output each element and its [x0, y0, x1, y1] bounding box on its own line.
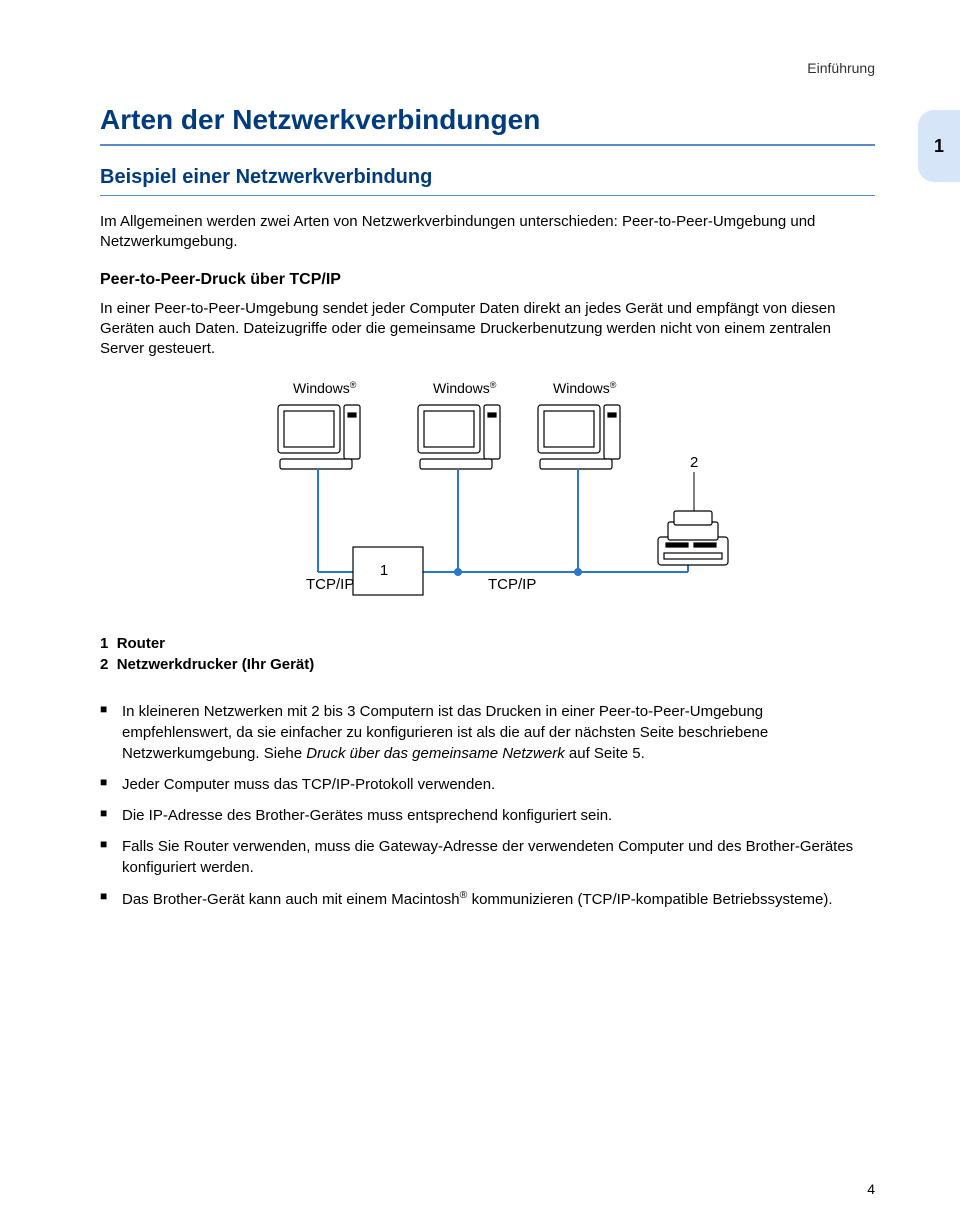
- bullet-item: Die IP-Adresse des Brother-Gerätes muss …: [100, 805, 875, 826]
- network-diagram: Windows® Windows® Windows®: [100, 377, 875, 627]
- section-subtitle: Beispiel einer Netzwerkverbindung: [100, 166, 875, 189]
- title-rule: [100, 144, 875, 146]
- bullet-list: In kleineren Netzwerken mit 2 bis 3 Comp…: [100, 701, 875, 910]
- diagram-svg: Windows® Windows® Windows®: [188, 377, 788, 627]
- os-label-1: Windows®: [293, 380, 357, 396]
- os-label-2: Windows®: [433, 380, 497, 396]
- computer-icon-1: [278, 405, 360, 469]
- router-number: 1: [379, 562, 387, 579]
- bullet-item: Das Brother-Gerät kann auch mit einem Ma…: [100, 888, 875, 910]
- computer-icon-3: [538, 405, 620, 469]
- section-header: Einführung: [100, 60, 875, 76]
- bullet-item: Falls Sie Router verwenden, muss die Gat…: [100, 836, 875, 878]
- p2p-paragraph: In einer Peer-to-Peer-Umgebung sendet je…: [100, 299, 875, 360]
- bullet-item: In kleineren Netzwerken mit 2 bis 3 Comp…: [100, 701, 875, 764]
- tcpip-label-right: TCP/IP: [488, 576, 536, 593]
- page-title: Arten der Netzwerkverbindungen: [100, 104, 875, 136]
- page-number: 4: [867, 1181, 875, 1197]
- legend-item-2: 2 Netzwerkdrucker (Ihr Gerät): [100, 656, 875, 673]
- chapter-badge: 1: [918, 110, 960, 182]
- diagram-legend: 1 Router 2 Netzwerkdrucker (Ihr Gerät): [100, 635, 875, 673]
- printer-icon: [658, 511, 728, 565]
- legend-item-1: 1 Router: [100, 635, 875, 652]
- subtitle-rule: [100, 195, 875, 196]
- printer-callout-number: 2: [690, 454, 698, 471]
- tcpip-label-left: TCP/IP: [306, 576, 354, 593]
- bullet-item: Jeder Computer muss das TCP/IP-Protokoll…: [100, 774, 875, 795]
- intro-paragraph: Im Allgemeinen werden zwei Arten von Net…: [100, 212, 875, 253]
- subsection-title: Peer-to-Peer-Druck über TCP/IP: [100, 271, 875, 289]
- computer-icon-2: [418, 405, 500, 469]
- os-label-3: Windows®: [553, 380, 617, 396]
